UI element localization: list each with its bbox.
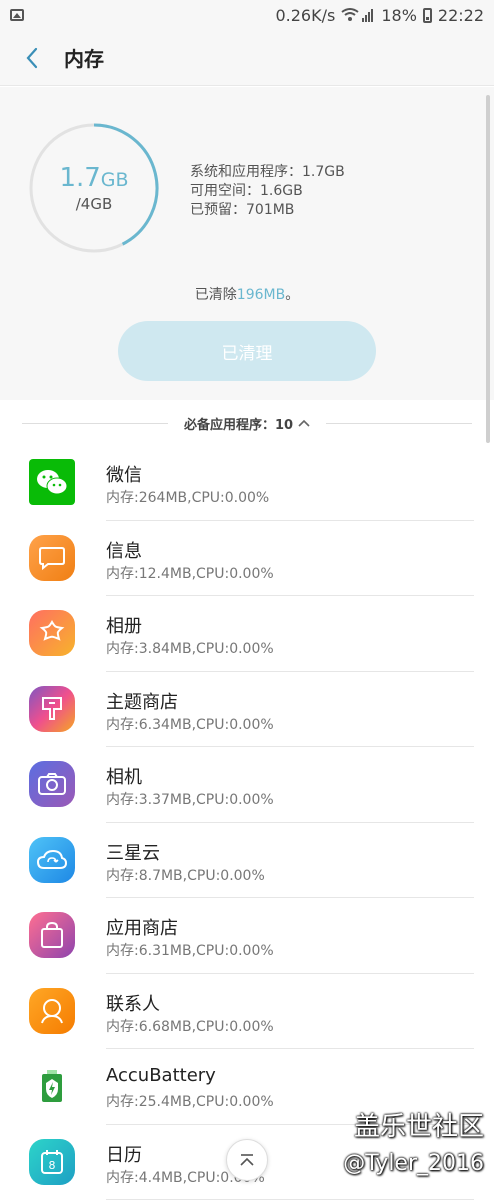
app-name: 相册 bbox=[106, 616, 142, 637]
message-icon bbox=[29, 534, 75, 581]
app-name: 联系人 bbox=[106, 993, 160, 1015]
app-usage: 内存:6.31MB,CPU:0.00% bbox=[106, 943, 274, 959]
memory-summary: 1.7GB /4GB 系统和应用程序：1.7GB 可用空间：1.6GB 已预留：… bbox=[0, 87, 494, 400]
stat-system-apps: 系统和应用程序：1.7GB bbox=[190, 164, 345, 180]
app-name: 应用商店 bbox=[106, 918, 178, 939]
app-row[interactable]: 相册内存:3.84MB,CPU:0.00% bbox=[0, 596, 494, 672]
theme-store-icon bbox=[29, 685, 75, 732]
contacts-icon bbox=[29, 987, 75, 1034]
header: 内存 bbox=[0, 30, 494, 86]
app-name: 信息 bbox=[106, 540, 142, 562]
page-title: 内存 bbox=[64, 47, 104, 71]
back-button[interactable] bbox=[0, 30, 64, 86]
app-name: 日历 bbox=[106, 1144, 142, 1166]
app-row[interactable]: 相机内存:3.37MB,CPU:0.00% bbox=[0, 747, 494, 823]
calendar-icon: 8 bbox=[29, 1138, 75, 1185]
app-row[interactable]: 主题商店内存:6.34MB,CPU:0.00% bbox=[0, 672, 494, 747]
scroll-to-top-button[interactable] bbox=[226, 1139, 268, 1181]
battery-percent: 18% bbox=[381, 5, 417, 25]
clock: 22:22 bbox=[437, 5, 484, 25]
image-notification-icon bbox=[10, 9, 24, 21]
app-usage: 内存:12.4MB,CPU:0.00% bbox=[106, 565, 274, 582]
app-usage: 内存:8.7MB,CPU:0.00% bbox=[106, 867, 265, 884]
essential-apps-header[interactable]: 必备应用程序：10 bbox=[0, 401, 494, 445]
wifi-signal-icon bbox=[341, 8, 374, 22]
app-row[interactable]: 应用商店内存:6.31MB,CPU:0.00% bbox=[0, 898, 494, 974]
watermark-community: 盖乐世社区 bbox=[353, 1112, 484, 1142]
status-bar: 0.26K/s 18% 22:22 bbox=[0, 0, 494, 30]
wechat-icon bbox=[29, 459, 75, 505]
camera-icon bbox=[29, 761, 75, 807]
battery-app-icon bbox=[29, 1063, 75, 1109]
network-speed: 0.26K/s bbox=[275, 5, 336, 25]
app-row[interactable]: 信息内存:12.4MB,CPU:0.00% bbox=[0, 521, 494, 596]
app-row[interactable]: 联系人内存:6.68MB,CPU:0.00% bbox=[0, 974, 494, 1049]
chevron-up-icon bbox=[298, 419, 310, 427]
app-list: 微信 内存:264MB,CPU:0.00% 信息 内存:12.4MB,CPU:0.00… bbox=[0, 445, 494, 1200]
clean-button[interactable]: 已清理 bbox=[118, 321, 376, 381]
app-usage: 内存:6.68MB,CPU:0.00% bbox=[106, 1018, 274, 1035]
app-usage: 内存:6.34MB,CPU:0.00% bbox=[106, 716, 274, 733]
app-name: 相机 bbox=[106, 767, 142, 788]
stat-available: 可用空间：1.6GB bbox=[190, 183, 303, 199]
gallery-icon bbox=[29, 610, 75, 656]
scrollbar[interactable] bbox=[486, 95, 490, 443]
app-store-icon bbox=[29, 912, 75, 958]
back-arrow-icon bbox=[26, 47, 38, 68]
app-name: 三星云 bbox=[106, 842, 160, 864]
app-name: AccuBattery bbox=[106, 1065, 216, 1086]
app-usage: 内存:3.37MB,CPU:0.00% bbox=[106, 792, 274, 808]
memory-stats: 系统和应用程序：1.7GB 可用空间：1.6GB 已预留：701MB bbox=[190, 163, 345, 220]
cleared-message: 已清除196MB。 bbox=[194, 287, 300, 303]
app-usage: 内存:3.84MB,CPU:0.00% bbox=[106, 641, 274, 657]
watermark-user: @Tyler_2016 bbox=[343, 1151, 484, 1176]
app-row[interactable]: 微信内存:264MB,CPU:0.00% bbox=[0, 445, 494, 521]
app-usage: 内存:25.4MB,CPU:0.00% bbox=[106, 1094, 274, 1110]
app-row[interactable]: 三星云内存:8.7MB,CPU:0.00% bbox=[0, 823, 494, 898]
cloud-icon bbox=[29, 836, 75, 883]
battery-icon bbox=[422, 7, 432, 23]
app-name: 微信 bbox=[106, 465, 142, 486]
stat-reserved: 已预留：701MB bbox=[190, 202, 295, 218]
used-memory: 1.7GB bbox=[59, 163, 129, 193]
app-usage: 内存:264MB,CPU:0.00% bbox=[106, 490, 270, 506]
total-memory: /4GB bbox=[75, 195, 113, 213]
svg-text:8: 8 bbox=[49, 1159, 56, 1172]
arrow-up-icon bbox=[240, 1154, 254, 1166]
app-name: 主题商店 bbox=[106, 691, 178, 713]
